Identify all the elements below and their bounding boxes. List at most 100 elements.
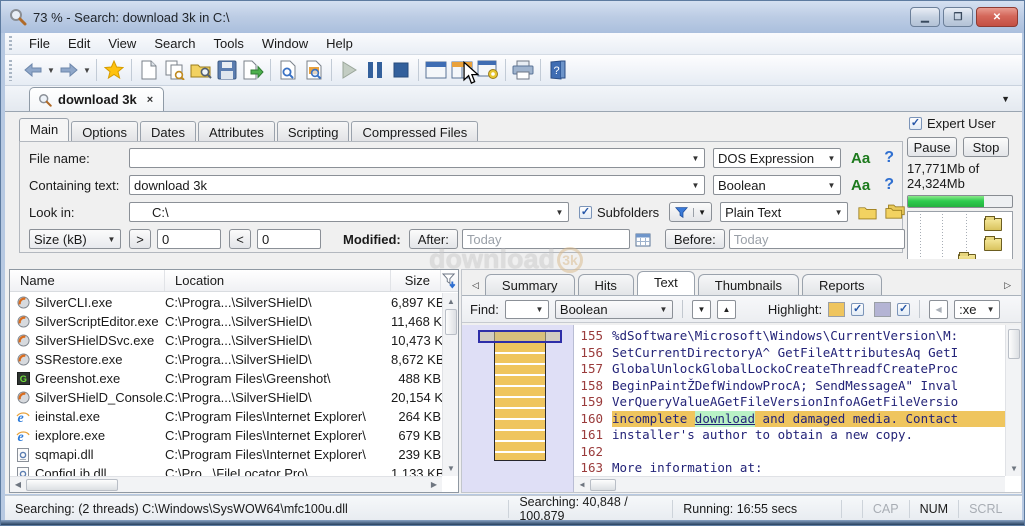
containing-text-input[interactable]: download 3k ▼ (129, 175, 705, 195)
find-next-icon[interactable]: ▼ (691, 299, 711, 319)
list-vertical-scrollbar[interactable]: ▲ ▼ (442, 293, 458, 476)
list-filter-funnel-icon[interactable] (441, 270, 458, 291)
containing-text-help-icon[interactable]: ? (884, 176, 894, 194)
list-horizontal-scrollbar[interactable]: ◀ ▶ (10, 476, 442, 492)
highlight-yellow-checkbox[interactable]: ✓ (851, 302, 865, 316)
tab-thumbnails[interactable]: Thumbnails (697, 274, 799, 295)
tab-scripting[interactable]: Scripting (276, 121, 350, 141)
close-button[interactable]: ✕ (976, 7, 1018, 27)
table-row[interactable]: SilverScriptEditor.exe C:\Progra...\Silv… (10, 312, 442, 331)
scroll-down-icon[interactable]: ▼ (1006, 460, 1021, 476)
size-max-input[interactable]: 0 (257, 229, 321, 249)
after-button[interactable]: After: (408, 229, 458, 249)
open-search-icon[interactable] (188, 57, 214, 83)
size-lt-button[interactable]: < (229, 229, 251, 249)
chevron-down-icon[interactable]: ▼ (535, 305, 544, 314)
tab-summary[interactable]: Summary (484, 274, 575, 295)
find-input[interactable]: ▼ (504, 299, 549, 319)
scroll-left-icon[interactable]: ◀ (574, 477, 590, 493)
chevron-down-icon[interactable]: ▼ (693, 207, 706, 217)
minimap-viewport[interactable] (478, 330, 562, 343)
tab-attributes[interactable]: Attributes (197, 121, 275, 141)
size-gt-button[interactable]: > (129, 229, 151, 249)
highlight-lavender-checkbox[interactable]: ✓ (897, 302, 911, 316)
layout-split-icon[interactable] (449, 57, 475, 83)
table-row[interactable]: SilverSHielDSvc.exe C:\Progra...\SilverS… (10, 331, 442, 350)
column-size[interactable]: Size (391, 270, 441, 291)
find-mode-select[interactable]: Boolean ▼ (554, 299, 673, 319)
back-dropdown-icon[interactable]: ▼ (46, 57, 56, 83)
tab-hits[interactable]: Hits (577, 274, 634, 295)
document-minimap[interactable] (462, 325, 574, 492)
chevron-down-icon[interactable]: ▼ (555, 208, 564, 217)
preview-image-icon[interactable] (301, 57, 327, 83)
column-location[interactable]: Location (165, 270, 391, 291)
preview-document-icon[interactable] (275, 57, 301, 83)
file-name-type-select[interactable]: DOS Expression ▼ (713, 148, 841, 168)
expert-user-checkbox[interactable]: ✓ (909, 117, 922, 130)
file-name-help-icon[interactable]: ? (884, 149, 894, 167)
size-min-input[interactable]: 0 (157, 229, 221, 249)
extension-filter-select[interactable]: :xe ▼ (954, 299, 1001, 319)
export-icon[interactable] (240, 57, 266, 83)
pause-button[interactable]: Pause (907, 137, 957, 157)
chevron-down-icon[interactable]: ▼ (107, 235, 116, 244)
restore-button[interactable]: ❐ (943, 7, 973, 27)
table-row[interactable]: e ieinstal.exe C:\Program Files\Internet … (10, 407, 442, 426)
copy-search-icon[interactable] (162, 57, 188, 83)
stop-button[interactable]: Stop (963, 137, 1009, 157)
table-row[interactable]: SilverSHielD_Console... C:\Progra...\Sil… (10, 388, 442, 407)
before-button[interactable]: Before: (664, 229, 725, 249)
find-previous-icon[interactable]: ▲ (716, 299, 736, 319)
tab-dates[interactable]: Dates (140, 121, 196, 141)
tabs-scroll-right-icon[interactable]: ▷ (998, 280, 1017, 295)
chevron-down-icon[interactable]: ▼ (986, 305, 995, 314)
tab-close-icon[interactable]: × (143, 94, 153, 106)
menu-tools[interactable]: Tools (205, 34, 253, 53)
title-bar[interactable]: 73 % - Search: download 3k in C:\ ▁ ❐ ✕ (1, 1, 1024, 33)
subfolders-checkbox[interactable]: ✓ (579, 205, 592, 219)
text-view[interactable]: 155 %dSoftware\Microsoft\Windows\CurrentV… (574, 325, 1021, 492)
containing-text-type-select[interactable]: Boolean ▼ (713, 175, 841, 195)
browse-folder-icon[interactable] (858, 205, 877, 220)
scroll-right-icon[interactable]: ▶ (426, 477, 442, 493)
menu-search[interactable]: Search (145, 34, 204, 53)
menu-file[interactable]: File (20, 34, 59, 53)
tab-reports[interactable]: Reports (801, 274, 882, 295)
after-date-input[interactable]: Today (461, 229, 630, 249)
back-icon[interactable] (20, 57, 46, 83)
menu-help[interactable]: Help (317, 34, 362, 53)
help-exit-icon[interactable]: ? (545, 57, 571, 83)
tab-main[interactable]: Main (19, 118, 70, 141)
chevron-down-icon[interactable]: ▼ (834, 208, 843, 217)
pause-search-icon[interactable] (362, 57, 388, 83)
tab-text[interactable]: Text (636, 271, 695, 295)
text-vertical-scrollbar[interactable]: ▼ (1005, 325, 1021, 476)
stop-search-icon[interactable] (388, 57, 414, 83)
favorites-star-icon[interactable] (101, 57, 127, 83)
save-icon[interactable] (214, 57, 240, 83)
before-date-input[interactable]: Today (728, 229, 905, 249)
document-tab[interactable]: download 3k × (29, 87, 165, 111)
chevron-down-icon[interactable]: ▼ (827, 181, 836, 190)
look-in-input[interactable]: C:\ ▼ (129, 202, 569, 222)
column-name[interactable]: Name (10, 270, 165, 291)
menu-window[interactable]: Window (253, 34, 317, 53)
minimize-button[interactable]: ▁ (910, 7, 940, 27)
print-icon[interactable] (510, 57, 536, 83)
chevron-down-icon[interactable]: ▼ (659, 305, 668, 314)
table-row[interactable]: ConfigLib.dll C:\Pro...\FileLocator Pro\… (10, 464, 442, 476)
ext-prev-icon[interactable]: ◀ (929, 299, 949, 319)
scroll-down-icon[interactable]: ▼ (443, 460, 459, 476)
folder-filter-button[interactable]: ▼ (669, 202, 713, 222)
new-search-icon[interactable] (136, 57, 162, 83)
chevron-down-icon[interactable]: ▼ (691, 154, 700, 163)
table-row[interactable]: sqmapi.dll C:\Program Files\Internet Exp… (10, 445, 442, 464)
forward-dropdown-icon[interactable]: ▼ (82, 57, 92, 83)
tab-list-dropdown-icon[interactable]: ▼ (1001, 94, 1010, 104)
scroll-left-icon[interactable]: ◀ (10, 477, 26, 493)
tabs-scroll-left-icon[interactable]: ◁ (466, 280, 485, 295)
layout-options-icon[interactable] (475, 57, 501, 83)
chevron-down-icon[interactable]: ▼ (827, 154, 836, 163)
tab-options[interactable]: Options (71, 121, 138, 141)
